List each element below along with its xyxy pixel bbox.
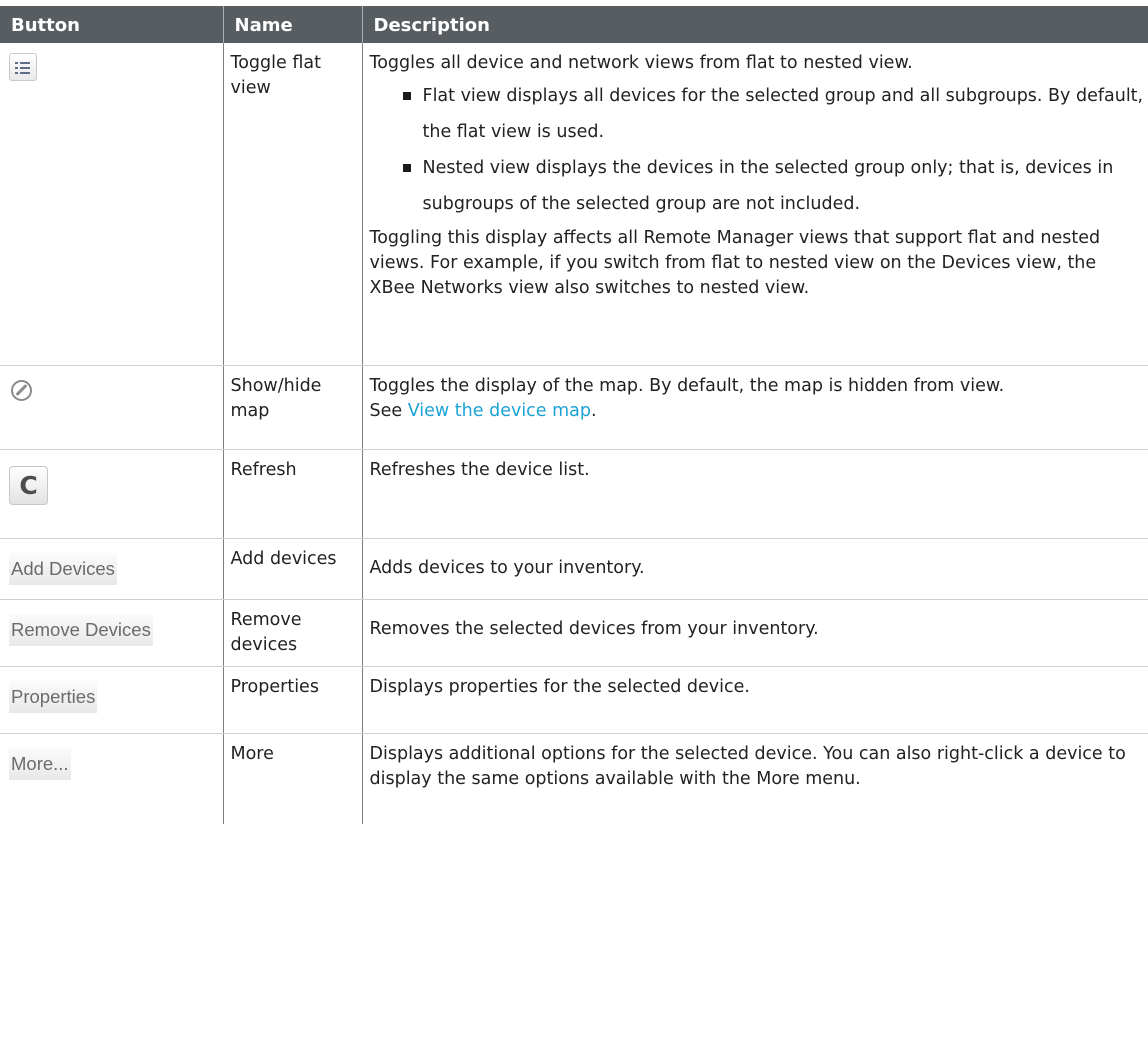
description-cell: Removes the selected devices from your i… — [361, 599, 1148, 667]
name-cell: Remove devices — [222, 599, 362, 667]
bullet-list: Flat view displays all devices for the s… — [370, 78, 1145, 222]
name-cell: Show/hide map — [222, 365, 362, 450]
table-row: Toggle flat view Toggles all device and … — [0, 43, 1148, 366]
list-item: Nested view displays the devices in the … — [402, 150, 1145, 222]
compass-icon[interactable] — [11, 380, 32, 401]
description-outro: Toggling this display affects all Remote… — [369, 228, 1101, 298]
description-cell: Refreshes the device list. — [361, 449, 1148, 539]
button-cell — [0, 43, 223, 366]
name-cell: Add devices — [222, 538, 362, 600]
bullet-icon — [402, 164, 411, 172]
description-cell: Displays additional options for the sele… — [361, 733, 1148, 824]
table-header-row: Button Name Description — [0, 6, 1148, 43]
list-item: Flat view displays all devices for the s… — [402, 78, 1145, 150]
refresh-icon[interactable]: C — [9, 466, 48, 505]
name-cell: More — [222, 733, 362, 824]
remove-devices-button[interactable]: Remove Devices — [9, 614, 153, 646]
description-intro: Toggles all device and network views fro… — [369, 53, 913, 73]
table-row: Show/hide map Toggles the display of the… — [0, 365, 1148, 450]
add-devices-button[interactable]: Add Devices — [9, 553, 117, 585]
buttons-table: Button Name Description Toggle flat view… — [0, 6, 1148, 824]
button-cell — [0, 365, 223, 450]
button-cell: More... — [0, 734, 223, 825]
table-row: Add Devices Add devices Adds devices to … — [0, 538, 1148, 600]
name-cell: Properties — [222, 666, 362, 734]
header-name: Name — [222, 6, 362, 43]
name-cell: Toggle flat view — [222, 43, 362, 366]
header-button: Button — [0, 6, 223, 43]
list-view-icon[interactable] — [9, 53, 37, 81]
description-text: Toggles the display of the map. By defau… — [369, 376, 1005, 396]
bullet-icon — [402, 92, 411, 100]
description-cell: Adds devices to your inventory. — [361, 538, 1148, 600]
description-cell: Toggles all device and network views fro… — [361, 43, 1148, 366]
view-device-map-link[interactable]: View the device map — [408, 401, 591, 421]
table-row: Properties Properties Displays propertie… — [0, 666, 1148, 734]
table-row: More... More Displays additional options… — [0, 733, 1148, 825]
header-description: Description — [361, 6, 1148, 43]
name-cell: Refresh — [222, 449, 362, 539]
see-also: See View the device map. — [369, 401, 597, 421]
table-row: C Refresh Refreshes the device list. — [0, 449, 1148, 539]
table-row: Remove Devices Remove devices Removes th… — [0, 599, 1148, 667]
button-cell: C — [0, 449, 223, 539]
button-cell: Properties — [0, 666, 223, 734]
button-cell: Add Devices — [0, 538, 223, 600]
properties-button[interactable]: Properties — [9, 681, 98, 713]
description-cell: Toggles the display of the map. By defau… — [361, 365, 1148, 450]
more-button[interactable]: More... — [9, 748, 71, 780]
description-cell: Displays properties for the selected dev… — [361, 666, 1148, 734]
button-cell: Remove Devices — [0, 599, 223, 667]
